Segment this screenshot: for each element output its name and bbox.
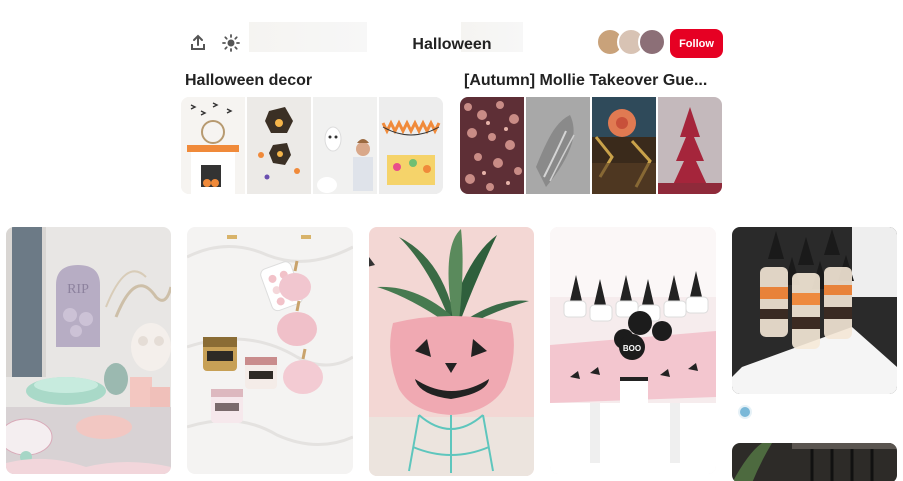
balloon-text: BOO (623, 344, 641, 353)
collage-image (181, 97, 245, 194)
collaborator-avatars[interactable] (596, 28, 666, 56)
avatar[interactable] (638, 28, 666, 56)
pin-dark-pin-partial[interactable] (732, 443, 897, 481)
board-card-autumn-mollie[interactable]: [Autumn] Mollie Takeover Gue... (460, 71, 722, 194)
pin-pink-witch-party-table[interactable]: BOO (550, 227, 716, 474)
pinner-avatar[interactable] (738, 405, 752, 419)
collage-image (379, 97, 443, 194)
board-card-title: Halloween decor (185, 72, 313, 89)
follow-button[interactable]: Follow (670, 29, 723, 58)
pin-witch-hat-parfaits[interactable] (732, 227, 897, 394)
board-header: Halloween Follow (181, 22, 723, 66)
collage-image (247, 97, 311, 194)
collage-image (592, 97, 656, 194)
pin-pink-pumpkins-paint[interactable] (187, 227, 353, 474)
collage-image (313, 97, 377, 194)
board-card-halloween-decor[interactable]: Halloween decor (181, 71, 443, 194)
board-collage (181, 97, 443, 194)
tombstone-text: RIP (67, 282, 89, 297)
pin-pumpkin-planter[interactable] (369, 227, 534, 476)
collage-image (658, 97, 722, 194)
collage-image (526, 97, 590, 194)
board-collage (460, 97, 722, 194)
pin-pastel-halloween-tablescape[interactable]: RIP (6, 227, 171, 474)
board-card-title: [Autumn] Mollie Takeover Gue... (464, 72, 708, 89)
collage-image (460, 97, 524, 194)
